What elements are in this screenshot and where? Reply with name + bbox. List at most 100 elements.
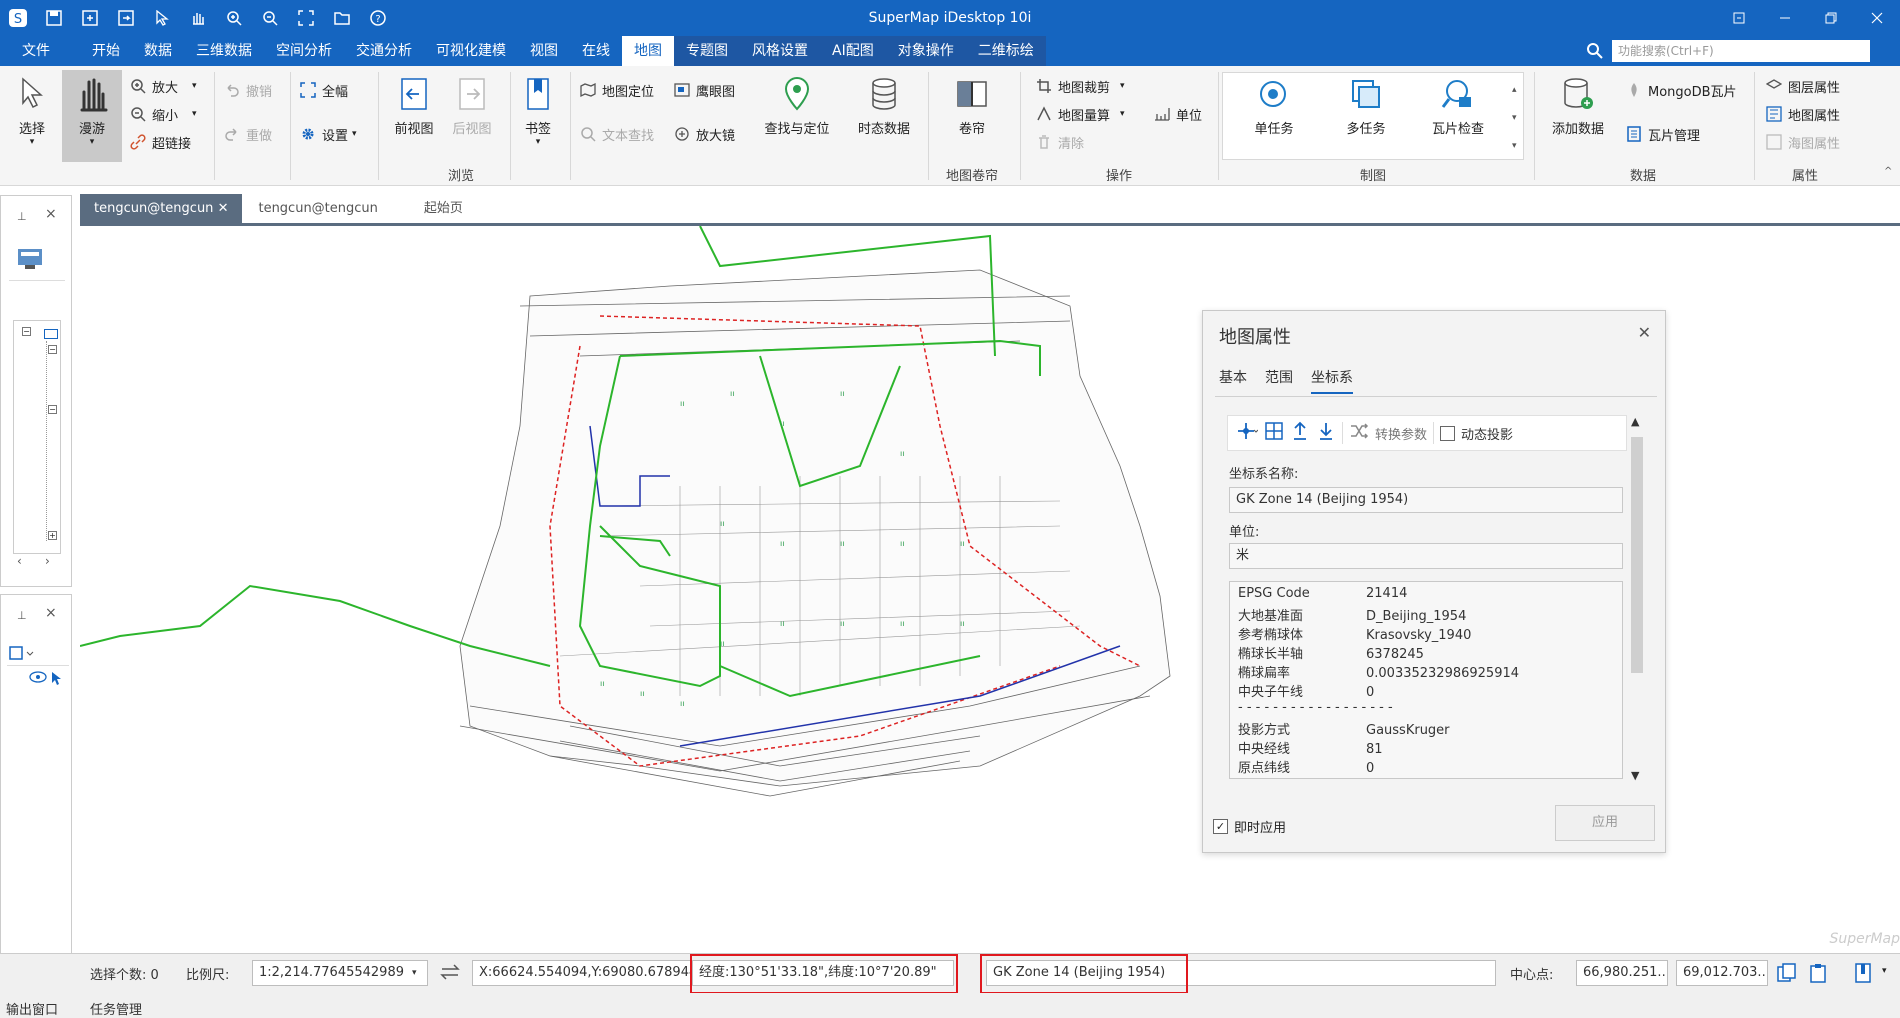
menu-style-settings[interactable]: 风格设置 [740, 36, 820, 66]
scroll-right-icon[interactable]: › [45, 554, 50, 568]
doc-tab-1[interactable]: tengcun@tengcun [242, 194, 407, 223]
single-task-button[interactable]: 单任务 [1244, 70, 1304, 156]
scale-label: 比例尺: [186, 968, 230, 983]
task-manager-tab[interactable]: 任务管理 [90, 999, 142, 1018]
tile-manage-button[interactable]: 瓦片管理 [1624, 122, 1700, 146]
zoom-out-button[interactable]: 缩小 ▾ [128, 102, 197, 126]
doc-tab-0[interactable]: tengcun@tengcun ✕ [80, 194, 243, 223]
dialog-tab-0[interactable]: 基本 [1219, 367, 1247, 394]
next-view-button[interactable]: 后视图 [442, 70, 502, 156]
add-data-button[interactable]: 添加数据 [1542, 70, 1614, 156]
clip-icon [1034, 76, 1054, 96]
select-button[interactable]: 选择 ▾ [2, 70, 62, 156]
menu-thematic-map[interactable]: 专题图 [674, 36, 740, 66]
map-locate-button[interactable]: 地图定位 [578, 78, 654, 102]
copy-icon[interactable] [1776, 962, 1798, 988]
shuffle-icon[interactable] [1349, 422, 1369, 444]
pan-button[interactable]: 漫游 ▾ [62, 70, 122, 162]
magnifier-button[interactable]: 放大镜 [672, 122, 735, 146]
gallery-scroll[interactable]: ▴ ▾ ▾ [1512, 76, 1517, 160]
export-icon[interactable] [1316, 421, 1336, 445]
apply-button[interactable]: 应用 [1555, 805, 1655, 841]
function-search-input[interactable]: 功能搜索(Ctrl+F) [1612, 40, 1870, 62]
map-clip-button[interactable]: 地图裁剪 ▾ [1034, 74, 1125, 98]
svg-text:ıı: ıı [840, 389, 844, 398]
scale-select[interactable]: 1:2,214.77645542989 [252, 960, 428, 986]
maximize-button[interactable] [1808, 0, 1854, 36]
map-measure-button[interactable]: 地图量算 ▾ [1034, 102, 1125, 126]
close-button[interactable] [1854, 0, 1900, 36]
hyperlink-button[interactable]: 超链接 [128, 130, 191, 154]
mongodb-tile-button[interactable]: MongoDB瓦片 [1624, 78, 1737, 102]
close-icon[interactable]: ✕ [213, 201, 229, 216]
full-extent-button[interactable]: 全幅 [298, 78, 348, 102]
zoom-in-button[interactable]: 放大 ▾ [128, 74, 197, 98]
eagle-eye-button[interactable]: 鹰眼图 [672, 78, 735, 102]
lock-view-icon[interactable] [1852, 962, 1874, 988]
selectable-cursor-icon[interactable] [51, 671, 63, 689]
settings-button[interactable]: 设置 ▾ [298, 122, 357, 146]
menu-2d-plotting[interactable]: 二维标绘 [965, 36, 1046, 66]
dynamic-projection-checkbox[interactable] [1440, 425, 1456, 441]
dialog-scrollbar[interactable]: ▲ ▼ [1627, 415, 1645, 785]
pin-icon[interactable]: ⊥ [17, 609, 27, 622]
visibility-eye-icon[interactable] [29, 671, 47, 687]
import-icon[interactable] [1290, 421, 1310, 445]
menu-visual-modeling[interactable]: 可视化建模 [424, 36, 518, 66]
prev-view-button[interactable]: 前视图 [384, 70, 444, 156]
search-icon[interactable] [1586, 42, 1604, 60]
menu-ai-mapping[interactable]: AI配图 [820, 36, 886, 66]
menu-file[interactable]: 文件 [0, 36, 80, 66]
dialog-tab-1[interactable]: 范围 [1265, 367, 1293, 394]
clear-button[interactable]: 清除 [1034, 130, 1084, 154]
dialog-tab-2[interactable]: 坐标系 [1311, 367, 1353, 394]
tile-check-button[interactable]: 瓦片检查 [1428, 70, 1488, 156]
menu-online[interactable]: 在线 [570, 36, 622, 66]
close-icon[interactable]: × [45, 605, 57, 621]
scroll-left-icon[interactable]: ‹ [17, 554, 22, 568]
ops-group-label: 操作 [1106, 169, 1133, 184]
workspace-tree[interactable]: − − − + [13, 320, 61, 554]
menu-traffic-analysis[interactable]: 交通分析 [344, 36, 424, 66]
minimize-button[interactable] [1762, 0, 1808, 36]
undo-button[interactable]: 撤销 [222, 78, 272, 102]
collapse-ribbon-icon[interactable]: ^ [1884, 166, 1892, 177]
multi-task-button[interactable]: 多任务 [1336, 70, 1396, 156]
chevron-down-icon[interactable]: ▾ [1882, 966, 1887, 976]
find-locate-button[interactable]: 查找与定位 [756, 70, 838, 156]
paste-icon[interactable] [1808, 962, 1830, 988]
temporal-data-button[interactable]: 时态数据 [848, 70, 920, 156]
prev-view-icon [384, 70, 444, 118]
selected-count: 选择个数: 0 [90, 968, 159, 983]
text-find-button[interactable]: 文本查找 [578, 122, 654, 146]
coordinate-system-icon[interactable] [1236, 421, 1259, 445]
menu-object-ops[interactable]: 对象操作 [885, 36, 966, 66]
add-layer-icon[interactable] [9, 645, 35, 665]
center-y-field[interactable]: 69,012.703... [1676, 960, 1768, 986]
doc-tab-2[interactable]: 起始页 [408, 194, 493, 223]
swap-icon[interactable] [440, 962, 460, 986]
close-icon[interactable]: ✕ [1638, 323, 1651, 342]
bookmark-button[interactable]: 书签 ▾ [508, 70, 568, 156]
layer-props-button[interactable]: 图层属性 [1764, 74, 1840, 98]
menu-map[interactable]: 地图 [622, 36, 674, 66]
menu-view[interactable]: 视图 [518, 36, 570, 66]
pin-icon[interactable]: ⊥ [17, 210, 27, 223]
map-props-button[interactable]: 地图属性 [1764, 102, 1840, 126]
close-icon[interactable]: × [45, 206, 57, 222]
menu-data[interactable]: 数据 [132, 36, 184, 66]
restore-layout-icon[interactable] [1716, 0, 1762, 36]
chart-props-button[interactable]: 海图属性 [1764, 130, 1840, 154]
apply-now-checkbox[interactable]: ✓ [1213, 819, 1228, 834]
menu-start[interactable]: 开始 [80, 36, 132, 66]
center-x-field[interactable]: 66,980.251... [1576, 960, 1668, 986]
menu-3d-data[interactable]: 三维数据 [184, 36, 264, 66]
menu-spatial-analysis[interactable]: 空间分析 [264, 36, 344, 66]
convert-params-button[interactable]: 转换参数 [1375, 424, 1427, 443]
output-window-tab[interactable]: 输出窗口 [6, 999, 58, 1018]
redo-button[interactable]: 重做 [222, 122, 272, 146]
chevron-down-icon[interactable]: ▾ [412, 968, 417, 978]
grid-icon[interactable] [1264, 421, 1284, 445]
curtain-button[interactable]: 卷帘 [942, 70, 1002, 156]
unit-button[interactable]: 单位 [1152, 102, 1202, 126]
